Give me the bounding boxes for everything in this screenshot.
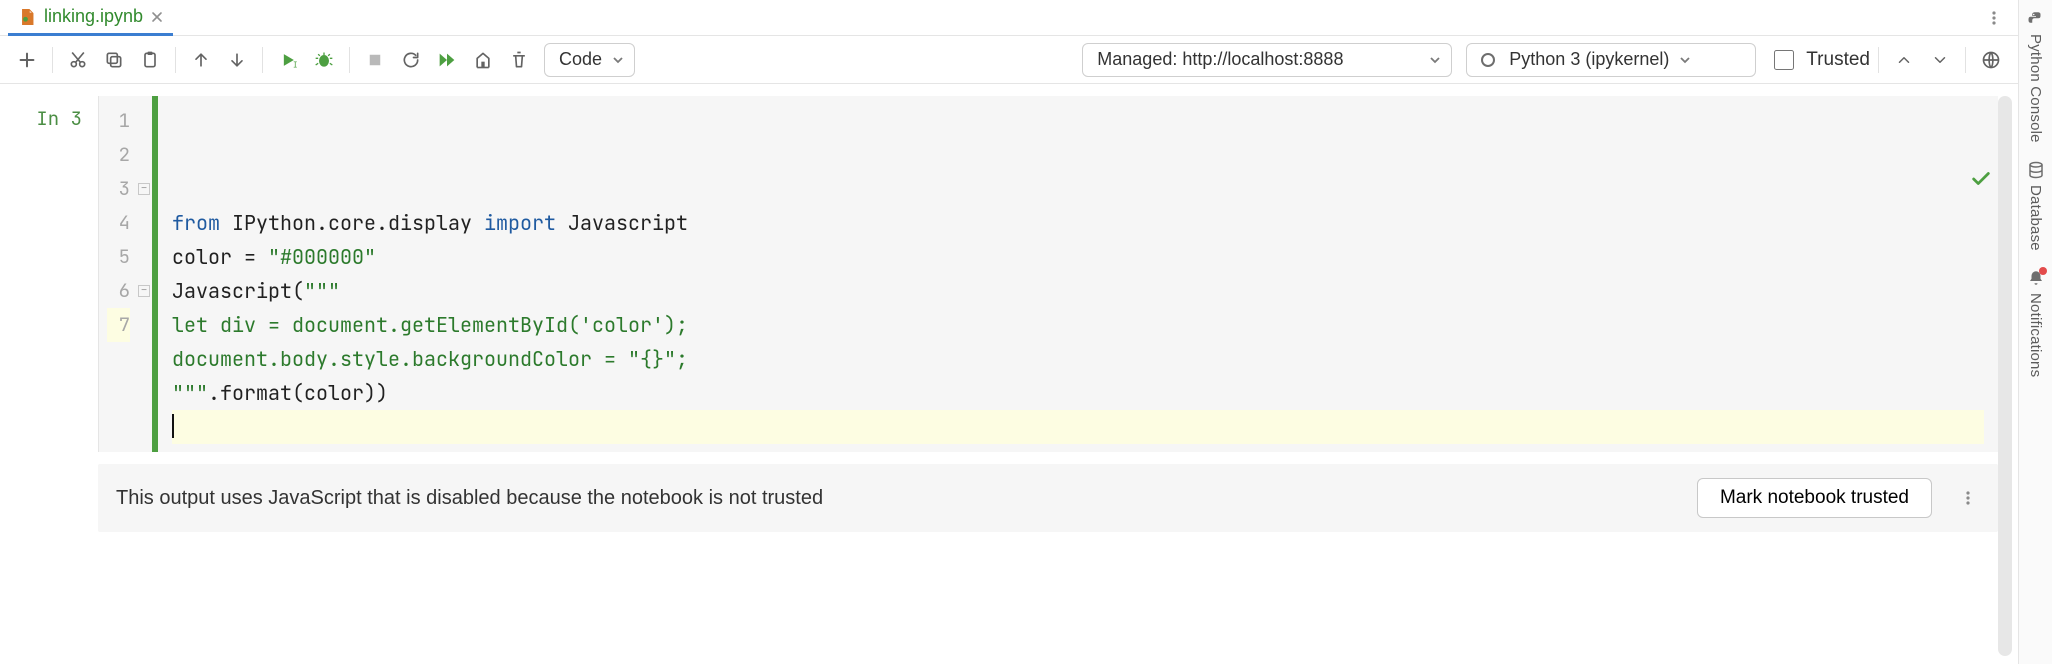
code-cell[interactable]: In 3 1234567 −− from IPython.core.displa… — [8, 96, 1998, 452]
chevron-down-icon — [612, 54, 624, 66]
output-menu[interactable] — [1948, 490, 1980, 506]
delete-cell-button[interactable] — [502, 43, 536, 77]
chevron-down-icon — [1679, 54, 1691, 66]
move-down-button[interactable] — [220, 43, 254, 77]
trusted-label: Trusted — [1806, 49, 1870, 71]
fold-toggle-icon[interactable]: − — [138, 183, 150, 195]
kernel-value: Python 3 (ipykernel) — [1509, 49, 1669, 70]
rail-notifications[interactable]: Notifications — [2027, 269, 2045, 377]
code-line[interactable]: let div = document.getElementById('color… — [172, 308, 1984, 342]
tab-strip: linking.ipynb — [0, 0, 2018, 36]
variables-button[interactable] — [466, 43, 500, 77]
rail-label: Python Console — [2027, 34, 2044, 143]
server-value: Managed: http://localhost:8888 — [1097, 49, 1343, 70]
chevron-down-icon — [1429, 54, 1441, 66]
output-trust-warning: This output uses JavaScript that is disa… — [116, 487, 1681, 510]
next-cell-button[interactable] — [1923, 43, 1957, 77]
notification-dot-icon — [2039, 267, 2047, 275]
debug-cell-button[interactable] — [307, 43, 341, 77]
rail-label: Notifications — [2027, 293, 2044, 377]
line-number-gutter: 1234567 — [98, 96, 138, 452]
interrupt-button[interactable] — [358, 43, 392, 77]
prev-cell-button[interactable] — [1887, 43, 1921, 77]
code-editor[interactable]: from IPython.core.display import Javascr… — [158, 96, 1998, 452]
cell-status-ok-icon — [1970, 100, 1990, 120]
cell-output: This output uses JavaScript that is disa… — [98, 464, 1998, 532]
trusted-toggle[interactable]: Trusted — [1774, 49, 1870, 71]
kernel-idle-icon — [1481, 53, 1495, 67]
tab-linking[interactable]: linking.ipynb — [8, 0, 173, 36]
tool-window-rail: Python Console Database Notifications — [2018, 0, 2052, 664]
mark-trusted-button[interactable]: Mark notebook trusted — [1697, 478, 1932, 518]
fold-gutter: −− — [138, 96, 152, 452]
kernel-select[interactable]: Python 3 (ipykernel) — [1466, 43, 1756, 77]
rail-database[interactable]: Database — [2027, 161, 2045, 251]
text-caret — [172, 414, 174, 438]
close-tab-icon[interactable] — [151, 11, 163, 23]
rail-python-console[interactable]: Python Console — [2027, 10, 2045, 143]
bell-icon — [2027, 269, 2045, 287]
add-cell-button[interactable] — [10, 43, 44, 77]
server-select[interactable]: Managed: http://localhost:8888 — [1082, 43, 1452, 77]
scrollbar[interactable] — [1998, 96, 2012, 656]
fold-toggle-icon[interactable]: − — [138, 285, 150, 297]
restart-kernel-button[interactable] — [394, 43, 428, 77]
open-in-browser-button[interactable] — [1974, 43, 2008, 77]
code-line[interactable]: Javascript(""" — [172, 274, 1984, 308]
code-line[interactable]: """.format(color)) — [172, 376, 1984, 410]
copy-button[interactable] — [97, 43, 131, 77]
code-line[interactable] — [172, 410, 1984, 444]
database-icon — [2027, 161, 2045, 179]
code-line[interactable]: document.body.style.backgroundColor = "{… — [172, 342, 1984, 376]
move-up-button[interactable] — [184, 43, 218, 77]
code-line[interactable]: color = "#000000" — [172, 240, 1984, 274]
cell-prompt: In 3 — [8, 96, 98, 452]
cell-type-value: Code — [559, 49, 602, 70]
run-all-button[interactable] — [430, 43, 464, 77]
svg-text:I: I — [293, 60, 298, 69]
notebook-file-icon — [18, 8, 36, 26]
rail-label: Database — [2027, 185, 2044, 251]
tab-filename: linking.ipynb — [44, 6, 143, 27]
run-cell-button[interactable]: I — [271, 43, 305, 77]
code-line[interactable]: from IPython.core.display import Javascr… — [172, 206, 1984, 240]
tab-overflow-menu[interactable] — [1970, 0, 2018, 35]
cell-type-select[interactable]: Code — [544, 43, 635, 77]
cut-button[interactable] — [61, 43, 95, 77]
trusted-checkbox[interactable] — [1774, 50, 1794, 70]
notebook-toolbar: I Code — [0, 36, 2018, 84]
notebook-area: In 3 1234567 −− from IPython.core.displa… — [0, 84, 2018, 664]
paste-button[interactable] — [133, 43, 167, 77]
python-icon — [2027, 10, 2045, 28]
